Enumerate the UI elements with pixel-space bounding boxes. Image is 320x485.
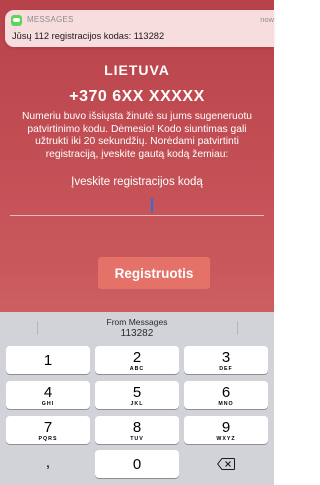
- key-digit: 2: [132, 349, 142, 366]
- sms-notification-banner[interactable]: MESSAGES now Jūsų 112 registracijos koda…: [5, 10, 274, 47]
- key-5[interactable]: 5 JKL: [95, 381, 179, 409]
- code-field-label: Įveskite registracijos kodą: [71, 176, 203, 188]
- key-digit: 4: [43, 384, 53, 401]
- phone-number: +370 6XX XXXXX: [69, 88, 205, 105]
- suggestion-divider: [37, 321, 38, 335]
- key-digit: 5: [132, 384, 142, 401]
- key-9[interactable]: 9 WXYZ: [184, 416, 268, 444]
- messages-app-icon: [11, 15, 22, 26]
- key-letters: TUV: [130, 436, 144, 442]
- key-letters: JKL: [130, 401, 144, 407]
- backspace-icon: [217, 458, 235, 470]
- country-name: LIETUVA: [104, 62, 170, 78]
- key-digit: 7: [43, 419, 53, 436]
- info-text: Numeriu buvo išsiųsta žinutė su jums sug…: [21, 111, 253, 160]
- suggestion-code: 113282: [120, 327, 154, 339]
- key-letters: GHI: [41, 401, 55, 407]
- text-cursor: [151, 198, 153, 212]
- key-digit: 9: [221, 419, 231, 436]
- key-digit: 1: [43, 352, 53, 369]
- suggestion-bar: From Messages 113282: [0, 312, 274, 344]
- key-6[interactable]: 6 MNO: [184, 381, 268, 409]
- suggestion-source-label: From Messages: [106, 317, 168, 327]
- registration-code-input[interactable]: [10, 193, 264, 216]
- notification-app-name: MESSAGES: [27, 15, 74, 24]
- key-letters: WXYZ: [216, 436, 236, 442]
- code-autofill-suggestion[interactable]: From Messages 113282: [77, 317, 197, 339]
- key-1[interactable]: 1: [6, 346, 90, 374]
- key-letters: ABC: [129, 366, 145, 372]
- key-0[interactable]: 0: [95, 450, 179, 478]
- key-digit: 3: [221, 349, 231, 366]
- key-4[interactable]: 4 GHI: [6, 381, 90, 409]
- key-2[interactable]: 2 ABC: [95, 346, 179, 374]
- key-3[interactable]: 3 DEF: [184, 346, 268, 374]
- notification-time: now: [260, 15, 274, 24]
- key-letters: DEF: [219, 366, 233, 372]
- key-letters: MNO: [218, 401, 234, 407]
- numeric-keyboard: From Messages 113282 1 2 ABC 3 DEF 4 GHI…: [0, 312, 274, 485]
- key-comma[interactable]: ,: [6, 450, 90, 478]
- key-7[interactable]: 7 PQRS: [6, 416, 90, 444]
- backspace-key[interactable]: [184, 450, 268, 478]
- notification-message: Jūsų 112 registracijos kodas: 113282: [12, 31, 165, 41]
- key-digit: 8: [132, 419, 142, 436]
- key-digit: 0: [132, 456, 142, 473]
- register-button[interactable]: Registruotis: [98, 257, 210, 289]
- key-8[interactable]: 8 TUV: [95, 416, 179, 444]
- suggestion-divider: [237, 321, 238, 335]
- key-comma-glyph: ,: [45, 454, 51, 471]
- key-letters: PQRS: [38, 436, 58, 442]
- key-digit: 6: [221, 384, 231, 401]
